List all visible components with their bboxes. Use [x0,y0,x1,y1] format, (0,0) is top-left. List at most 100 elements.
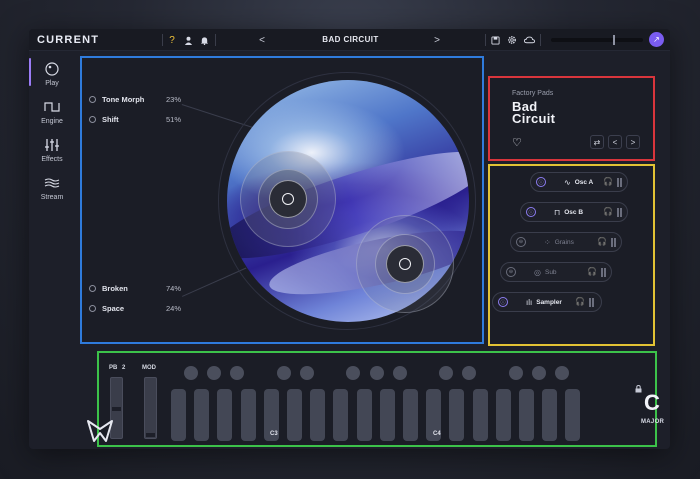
source-osc-a[interactable]: ⓘ ∿ Osc A 🎧 [530,172,628,192]
bell-icon[interactable] [197,33,211,47]
scale-lock-icon[interactable] [635,384,642,395]
power-icon[interactable]: ⊖ [516,237,526,247]
next-preset-button[interactable]: > [430,33,444,47]
param-shift[interactable]: Shift 51% [89,113,181,125]
white-key[interactable] [171,389,186,441]
headphones-icon[interactable]: 🎧 [603,177,613,186]
source-grains[interactable]: ⊖ ⁘ Grains 🎧 [510,232,622,252]
play-dial-icon [45,61,59,77]
black-key[interactable] [392,366,407,380]
white-key[interactable] [194,389,210,441]
octave-label-c3: C3 [270,431,278,437]
shuffle-button[interactable]: ⇄ [590,135,604,149]
keyboard-panel: PB 2 MOD C3 C4 [97,351,657,447]
sidebar-item-stream[interactable]: Stream [29,175,75,209]
white-key[interactable] [333,389,349,441]
black-key[interactable] [230,366,245,380]
white-key[interactable] [356,389,372,441]
preset-bank[interactable]: Factory Pads [512,90,553,97]
sidebar-item-label: Play [45,80,59,87]
black-key[interactable] [532,366,546,380]
black-key[interactable] [300,366,314,380]
headphones-icon[interactable]: 🎧 [597,237,607,246]
sampler-waveform-icon: ılı [526,297,533,307]
sliders-icon [44,137,60,153]
power-icon[interactable]: ⊖ [506,267,516,277]
prev-preset-button[interactable]: < [255,33,269,47]
black-key[interactable] [184,366,198,380]
param-space[interactable]: Space 24% [89,302,181,314]
sidebar-item-label: Stream [40,194,64,201]
preset-next-button[interactable]: > [626,135,640,149]
black-key[interactable] [207,366,222,380]
param-value: 23% [165,94,181,104]
headphones-icon[interactable]: 🎧 [587,267,597,276]
sidebar-item-engine[interactable]: Engine [29,99,75,133]
black-key[interactable] [346,366,361,380]
white-key[interactable] [519,389,534,441]
mod-wheel[interactable] [144,377,157,439]
source-name: Osc B [564,208,584,216]
volume-slider-thumb[interactable] [613,35,615,45]
sine-wave-icon: ∿ [564,177,571,187]
source-sub[interactable]: ⊖ ◎ Sub 🎧 [500,262,612,282]
preset-prev-button[interactable]: < [608,135,622,149]
wheel-knob[interactable] [146,433,155,437]
white-key[interactable] [565,389,581,441]
white-key[interactable] [379,389,395,441]
output-level-meter[interactable] [551,35,643,45]
sidebar-item-play[interactable]: Play [29,61,75,95]
help-icon[interactable]: ? [165,33,179,47]
preset-browser-panel: Factory Pads Bad Circuit ♡ ⇄ < > [488,76,655,161]
white-key[interactable] [449,389,465,441]
account-avatar[interactable]: ↗ [649,32,664,47]
param-value: 74% [165,283,181,293]
headphones-icon[interactable]: 🎧 [575,297,585,306]
power-icon[interactable]: ⓘ [526,207,536,217]
current-app-window: CURRENT ? < BAD CIRCUIT > ↗ Play Engine … [29,29,670,449]
preset-title[interactable]: BAD CIRCUIT [299,35,402,44]
sidebar-item-label: Effects [41,156,63,163]
param-name: Broken [102,283,128,293]
black-key[interactable] [439,366,454,380]
power-icon[interactable]: ⓘ [536,177,546,187]
white-key[interactable] [495,389,511,441]
xy-handle-1[interactable] [282,193,294,205]
wheel-knob[interactable] [112,407,121,411]
user-icon[interactable] [181,33,195,47]
sound-sources-panel: ⓘ ∿ Osc A 🎧 ⓘ ⊓ Osc B 🎧 ⊖ ⁘ Grains 🎧 ⊖ ◎… [488,164,655,346]
power-icon[interactable]: ⓘ [498,297,508,307]
sidebar-item-effects[interactable]: Effects [29,137,75,171]
level-bars-icon [617,208,623,217]
source-name: Sub [544,268,557,276]
black-key[interactable] [462,366,477,380]
source-osc-b[interactable]: ⓘ ⊓ Osc B 🎧 [520,202,628,222]
app-logo: CURRENT [37,34,100,46]
black-key[interactable] [555,366,570,380]
favorite-heart-icon[interactable]: ♡ [512,136,522,149]
white-key[interactable] [240,389,256,441]
xy-handle-2[interactable] [399,258,411,270]
headphones-icon[interactable]: 🎧 [603,207,613,216]
white-key[interactable] [472,389,488,441]
white-key[interactable] [542,389,558,441]
white-key[interactable] [217,389,233,441]
scale-mode[interactable]: MAJOR [641,419,664,425]
param-tone-morph[interactable]: Tone Morph 23% [89,93,181,105]
param-name: Space [102,303,125,313]
white-key[interactable] [287,389,302,441]
source-sampler[interactable]: ⓘ ılı Sampler 🎧 [492,292,602,312]
level-bars-icon [589,298,595,307]
white-key[interactable] [403,389,418,441]
white-key[interactable] [310,389,326,441]
param-name: Tone Morph [102,94,145,104]
settings-gear-icon[interactable] [505,33,519,47]
pb-range[interactable]: 2 [122,365,125,371]
save-icon[interactable] [488,33,502,47]
param-broken[interactable]: Broken 74% [89,282,181,294]
black-key[interactable] [369,366,384,380]
black-key[interactable] [508,366,523,380]
cloud-icon[interactable] [522,33,536,47]
scale-root-key[interactable]: C [644,390,660,416]
black-key[interactable] [276,366,291,380]
